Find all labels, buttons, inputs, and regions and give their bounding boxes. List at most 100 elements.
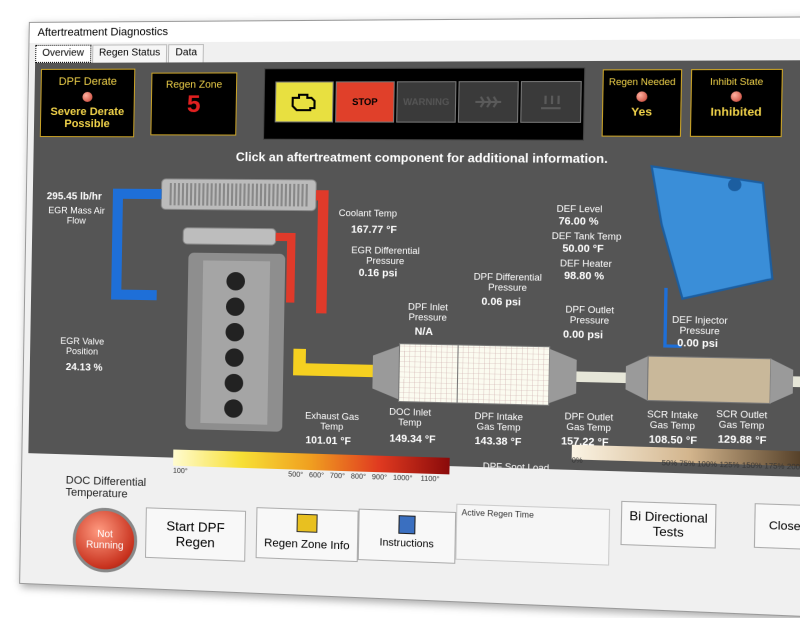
egr-diff-pressure-label: EGR Differential Pressure bbox=[351, 244, 420, 267]
instructions-icon bbox=[398, 515, 416, 535]
dpf-diff-pressure-label: DPF Differential Pressure bbox=[473, 271, 543, 294]
coolant-temp-label: Coolant Temp bbox=[338, 207, 398, 219]
egr-cooler[interactable] bbox=[161, 179, 316, 211]
dpf-derate-box[interactable]: DPF Derate Severe Derate Possible bbox=[39, 68, 136, 138]
def-tank-temp-value: 50.00 °F bbox=[562, 243, 604, 256]
bi-directional-tests-button[interactable]: Bi Directional Tests bbox=[620, 500, 717, 549]
egr-mass-air-flow-label: EGR Mass Air Flow bbox=[48, 205, 105, 226]
inhibit-state-title: Inhibit State bbox=[709, 76, 764, 88]
bi-directional-tests-label: Bi Directional Tests bbox=[629, 508, 708, 540]
tab-data[interactable]: Data bbox=[168, 44, 205, 63]
inhibit-state-led-icon bbox=[730, 91, 743, 102]
doc-unit[interactable] bbox=[372, 343, 458, 403]
soot-tick-5: 150% bbox=[741, 462, 763, 471]
regen-needed-box[interactable]: Regen Needed Yes bbox=[601, 69, 683, 137]
warning-lamp-strip: STOP WARNING bbox=[262, 67, 586, 141]
doc-temp-tick-3: 700° bbox=[329, 472, 346, 481]
soot-tick-4: 125% bbox=[719, 461, 740, 470]
def-heater-value: 98.80 % bbox=[563, 270, 605, 283]
active-regen-time-label: Active Regen Time bbox=[461, 508, 534, 520]
stop-lamp: STOP bbox=[335, 81, 395, 123]
doc-temp-tick-5: 900° bbox=[371, 474, 388, 482]
warning-lamp: WARNING bbox=[396, 81, 457, 123]
regen-zone-info-icon bbox=[296, 513, 318, 533]
dpf-intake-gas-temp-label: DPF Intake Gas Temp bbox=[474, 410, 524, 433]
close-button-label: Close bbox=[768, 519, 800, 534]
egr-mass-air-flow-value: 295.45 lb/hr bbox=[46, 191, 102, 203]
egr-valve[interactable] bbox=[183, 228, 276, 245]
dpf-derate-led-icon bbox=[82, 91, 93, 102]
regen-needed-title: Regen Needed bbox=[608, 76, 676, 88]
instructions-button[interactable]: Instructions bbox=[357, 508, 457, 564]
doc-temp-tick-7: 1100° bbox=[420, 475, 440, 484]
doc-temp-tick-1: 500° bbox=[288, 471, 304, 480]
doc-temp-tick-2: 600° bbox=[308, 472, 325, 480]
doc-temp-label: DOC Differential Temperature bbox=[65, 474, 147, 501]
engine-state-label: Not Running bbox=[85, 528, 124, 552]
mid-pipe bbox=[576, 377, 625, 378]
inhibit-state-value: Inhibited bbox=[710, 106, 762, 119]
cool-pipe-bottom bbox=[116, 259, 157, 295]
soot-tick-7: 200% bbox=[786, 463, 800, 472]
soot-tick-1: 50% bbox=[661, 459, 678, 468]
hot-pipe-right bbox=[314, 195, 323, 313]
scr-outlet-gas-temp-label: SCR Outlet Gas Temp bbox=[716, 408, 768, 432]
soot-tick-3: 100% bbox=[697, 461, 718, 470]
dpf-unit[interactable] bbox=[457, 345, 577, 406]
dpf-outlet-gas-temp-label: DPF Outlet Gas Temp bbox=[564, 410, 614, 434]
regen-needed-value: Yes bbox=[631, 106, 653, 119]
overview-panel: DPF Derate Severe Derate Possible Regen … bbox=[28, 60, 800, 478]
egr-diff-pressure-value: 0.16 psi bbox=[358, 267, 398, 280]
tab-regen-status[interactable]: Regen Status bbox=[91, 44, 168, 63]
scr-intake-gas-temp-label: SCR Intake Gas Temp bbox=[646, 408, 699, 432]
doc-temp-tick-0: 100° bbox=[172, 467, 188, 476]
egr-valve-position-label: EGR Valve Position bbox=[60, 335, 105, 357]
tab-bar: Overview Regen Status Data bbox=[35, 44, 205, 63]
close-button[interactable]: Close bbox=[753, 503, 800, 551]
exhaust-gas-temp-value: 101.01 °F bbox=[305, 435, 352, 448]
start-dpf-regen-label: Start DPF Regen bbox=[166, 518, 225, 551]
cool-pipe-left bbox=[117, 194, 162, 260]
dpf-derate-value: Severe Derate Possible bbox=[50, 105, 125, 131]
egr-valve-position-value: 24.13 % bbox=[65, 361, 103, 374]
dpf-outlet-pressure-value: 0.00 psi bbox=[562, 329, 604, 342]
window-title: Aftertreatment Diagnostics bbox=[29, 17, 800, 43]
check-engine-icon bbox=[274, 81, 334, 123]
start-dpf-regen-button[interactable]: Start DPF Regen bbox=[144, 507, 247, 562]
def-heater-label: DEF Heater bbox=[559, 257, 612, 270]
dpf-intake-gas-temp-value: 143.38 °F bbox=[474, 435, 522, 449]
regen-zone-value: 5 bbox=[186, 90, 201, 119]
tab-overview[interactable]: Overview bbox=[35, 44, 92, 63]
soot-tick-6: 175% bbox=[764, 463, 785, 472]
inhibit-state-box[interactable]: Inhibit State Inhibited bbox=[689, 68, 783, 138]
exhaust-gas-temp-label: Exhaust Gas Temp bbox=[304, 410, 360, 432]
doc-inlet-temp-label: DOC Inlet Temp bbox=[389, 406, 432, 428]
def-injector-pressure-label: DEF Injector Pressure bbox=[671, 314, 728, 337]
doc-temp-tick-6: 1000° bbox=[392, 474, 413, 483]
def-tank-temp-label: DEF Tank Temp bbox=[551, 230, 622, 242]
coolant-temp-value: 167.77 °F bbox=[350, 224, 397, 237]
regen-zone-title: Regen Zone bbox=[165, 79, 223, 91]
tailpipe bbox=[793, 382, 800, 383]
regen-needed-led-icon bbox=[636, 91, 648, 102]
instructions-label: Instructions bbox=[379, 537, 434, 551]
dpf-lamp-icon bbox=[457, 81, 519, 123]
def-tank[interactable] bbox=[649, 166, 774, 300]
dpf-outlet-pressure-label: DPF Outlet Pressure bbox=[565, 304, 615, 326]
scr-unit[interactable] bbox=[625, 356, 794, 404]
hest-lamp-icon bbox=[520, 80, 582, 123]
regen-zone-box[interactable]: Regen Zone 5 bbox=[150, 72, 238, 136]
def-level-value: 76.00 % bbox=[558, 216, 599, 229]
soot-tick-0: 0% bbox=[571, 457, 583, 465]
bottom-controls: DOC Differential Temperature 100° 500° 6… bbox=[20, 449, 800, 617]
exhaust-pipe bbox=[299, 349, 373, 371]
regen-zone-info-label: Regen Zone Info bbox=[264, 537, 350, 553]
engine-state-indicator[interactable]: Not Running bbox=[72, 506, 138, 574]
dpf-diff-pressure-value: 0.06 psi bbox=[481, 296, 522, 309]
regen-zone-info-button[interactable]: Regen Zone Info bbox=[255, 507, 359, 563]
app-window: Aftertreatment Diagnostics Overview Rege… bbox=[19, 16, 800, 618]
dpf-inlet-pressure-value: N/A bbox=[414, 326, 434, 339]
def-injector-pressure-value: 0.00 psi bbox=[677, 337, 719, 351]
dpf-derate-title: DPF Derate bbox=[58, 75, 118, 88]
scr-intake-gas-temp-value: 108.50 °F bbox=[648, 434, 698, 448]
